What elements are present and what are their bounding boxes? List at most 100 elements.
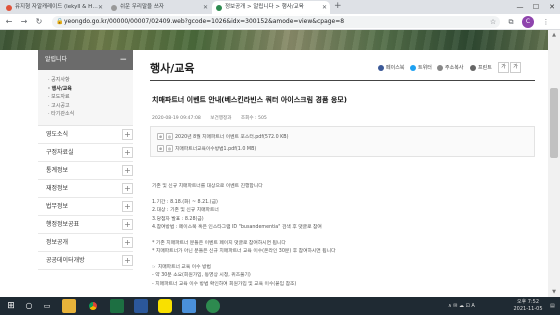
attachment-link[interactable]: ⊕ ◎ 2020년 8월 치매파트너 이벤트 포스터.pdf(572.0 KB): [157, 133, 288, 140]
sidebar: 알립니다 − · 공지사항 · 행사/교육 · 보도자료 · 고시공고 · 타기…: [38, 50, 133, 270]
close-window-button[interactable]: ✕: [544, 0, 560, 14]
sidebar-item[interactable]: 정보공개 +: [38, 233, 133, 252]
windows-start-icon[interactable]: ⊞: [4, 299, 18, 313]
new-tab-button[interactable]: +: [334, 0, 342, 13]
menu-icon[interactable]: ⋮: [540, 16, 552, 28]
forward-icon[interactable]: →: [18, 16, 30, 28]
sidebar-item[interactable]: 법무정보 +: [38, 197, 133, 216]
body-line: - 약 30분 소요(회원가입, 동영상 시청, 퀴즈풀기): [152, 273, 251, 278]
sidebar-item[interactable]: 통계정보 +: [38, 161, 133, 180]
plus-icon[interactable]: +: [122, 182, 133, 194]
submenu-item[interactable]: · 공지사항: [48, 76, 133, 85]
preview-icon[interactable]: ◎: [166, 133, 173, 140]
submenu-item[interactable]: · 보도자료: [48, 93, 133, 102]
post-body: 기존 및 신규 치매파트너를 대상으로 이벤트 진행합니다 1.기간 : 8.1…: [152, 176, 532, 289]
preview-icon[interactable]: ◎: [166, 145, 173, 152]
sidebar-item-label: 정보공개: [46, 238, 69, 246]
sidebar-header[interactable]: 알립니다 −: [38, 50, 133, 70]
browser-tab[interactable]: 쉬운 우리말을 쓰자 ✕: [107, 1, 211, 14]
sidebar-item-label: 행정정보공표: [46, 220, 80, 228]
print-link[interactable]: 프린트: [470, 64, 492, 71]
submenu-item[interactable]: · 타기관소식: [48, 110, 133, 119]
print-label: 프린트: [478, 65, 492, 71]
body-line: * 치매파트너가 아닌 분들은 신규 치매파트너 교육 이수(온라인 30분) …: [152, 249, 336, 254]
tab-title: 정보공개 > 알립니다 > 행사/교육: [225, 4, 304, 10]
close-icon[interactable]: ✕: [203, 1, 208, 14]
excel-icon[interactable]: [110, 299, 124, 313]
back-icon[interactable]: ←: [3, 16, 15, 28]
browser-tab-active[interactable]: 정보공개 > 알립니다 > 행사/교육 ✕: [212, 1, 330, 14]
sidebar-item-label: 공공데이터개방: [46, 256, 85, 264]
sidebar-item-label: 영도소식: [46, 130, 69, 138]
font-size-down-button[interactable]: 가: [510, 62, 521, 73]
profile-avatar[interactable]: C: [522, 16, 534, 28]
font-size-up-button[interactable]: 가: [498, 62, 509, 73]
file-explorer-icon[interactable]: [62, 299, 76, 313]
plus-icon[interactable]: +: [122, 218, 133, 230]
attachment-name: 2020년 8월 치매파트너 이벤트 포스터.pdf(572.0 KB): [175, 135, 289, 140]
sidebar-title: 알립니다: [45, 56, 68, 63]
browser-tab-bar: 유지형 자알캐레이드 (lekyll & H… ✕ 쉬운 우리말을 쓰자 ✕ 정…: [0, 0, 560, 14]
browser-toolbar: ← → ↻ 🔒 yeongdo.go.kr/00000/00007/02409.…: [0, 14, 560, 30]
kakaotalk-icon[interactable]: [158, 299, 172, 313]
page-scrollbar[interactable]: ▲ ▼: [548, 30, 560, 297]
reload-icon[interactable]: ↻: [33, 16, 45, 28]
tab-title: 유지형 자알캐레이드 (lekyll & H…: [15, 4, 98, 10]
plus-icon[interactable]: +: [122, 200, 133, 212]
system-tray[interactable]: ∧ ✉ ☁ ⊡ A: [448, 297, 475, 315]
windows-taskbar: ⊞ ○ ▭ ∧ ✉ ☁ ⊡ A 오후 7:52 2021-11-05 ▤: [0, 297, 560, 315]
task-view-icon[interactable]: ▭: [40, 299, 54, 313]
copy-url-link[interactable]: 주소복사: [437, 64, 463, 71]
facebook-share-link[interactable]: 페이스북: [378, 64, 404, 71]
minimize-button[interactable]: —: [512, 0, 528, 14]
address-bar[interactable]: 🔒 yeongdo.go.kr/00000/00007/02409.web?gc…: [52, 16, 500, 28]
star-icon[interactable]: ☆: [487, 16, 499, 28]
body-line: [152, 176, 532, 183]
address-text: yeongdo.go.kr/00000/00007/02409.web?gcod…: [64, 18, 345, 25]
plus-icon[interactable]: +: [122, 164, 133, 176]
plus-icon[interactable]: +: [122, 254, 133, 266]
browser-tab[interactable]: 유지형 자알캐레이드 (lekyll & H… ✕: [2, 1, 106, 14]
extension-icon[interactable]: ⧉: [505, 16, 517, 28]
body-line: * 기존 치매파트너 분들은 이벤트 페이지 댓글로 참여하시면 됩니다: [152, 240, 286, 246]
app-icon[interactable]: [206, 299, 220, 313]
close-icon[interactable]: ✕: [322, 1, 327, 14]
plus-icon[interactable]: +: [122, 236, 133, 248]
body-line: - 치매파트너 교육 이수 방법 확인하여 회원가입 및 교육 이수(붙임 참조…: [152, 281, 297, 287]
scroll-up-arrow-icon[interactable]: ▲: [548, 30, 560, 40]
twitter-share-link[interactable]: 트위터: [410, 64, 432, 71]
sidebar-item[interactable]: 구정자료실 +: [38, 143, 133, 162]
plus-icon[interactable]: +: [122, 128, 133, 140]
maximize-button[interactable]: ☐: [528, 0, 544, 14]
body-line: 2.대상 : 기존 및 신규 치매파트너: [152, 208, 219, 213]
post-views: 조회수 : 505: [240, 116, 267, 121]
tab-favicon-icon: [216, 4, 222, 11]
search-icon[interactable]: ○: [22, 299, 36, 313]
close-icon[interactable]: ✕: [98, 1, 103, 14]
submenu-item[interactable]: · 고시공고: [48, 102, 133, 111]
body-line: [152, 257, 532, 264]
sidebar-item[interactable]: 행정정보공표 +: [38, 215, 133, 234]
attachment-link[interactable]: ⊕ ◎ 치매파트너교육이수방법1.pdf(1.0 MB): [157, 145, 256, 152]
clock[interactable]: 오후 7:52 2021-11-05: [508, 299, 548, 313]
lock-icon: 🔒: [56, 18, 64, 25]
plus-icon[interactable]: +: [122, 146, 133, 158]
body-line: 3.당첨자 발표 : 8.28(금): [152, 216, 204, 222]
notification-icon[interactable]: ▤: [550, 297, 555, 315]
submenu-item-active[interactable]: · 행사/교육: [48, 85, 133, 94]
attachment-box: ⊕ ◎ 2020년 8월 치매파트너 이벤트 포스터.pdf(572.0 KB) ⊕…: [150, 126, 535, 157]
scrollbar-thumb[interactable]: [550, 88, 558, 158]
scroll-down-arrow-icon[interactable]: ▼: [548, 287, 560, 297]
sidebar-item[interactable]: 공공데이터개방 +: [38, 251, 133, 270]
chrome-icon[interactable]: [86, 299, 100, 313]
body-line: [152, 192, 532, 199]
clock-time: 오후 7:52: [516, 299, 540, 305]
word-icon[interactable]: [134, 299, 148, 313]
body-line: ☞ 치매파트너 교육 이수 방법: [152, 264, 211, 270]
sidebar-item[interactable]: 영도소식 +: [38, 125, 133, 144]
page-body: 알립니다 − · 공지사항 · 행사/교육 · 보도자료 · 고시공고 · 타기…: [0, 50, 548, 297]
collapse-icon[interactable]: −: [119, 50, 127, 70]
app-icon[interactable]: [182, 299, 196, 313]
clock-date: 2021-11-05: [513, 306, 543, 312]
sidebar-item[interactable]: 재정정보 +: [38, 179, 133, 198]
